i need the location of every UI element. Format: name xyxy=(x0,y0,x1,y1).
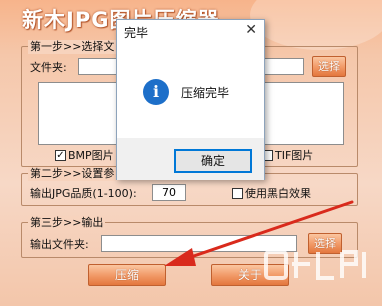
step2-legend: 第二步>>设置参 xyxy=(28,167,117,181)
dialog-message: 压缩完毕 xyxy=(181,86,230,100)
tif-label: TIF图片 xyxy=(275,149,314,162)
quality-label: 输出JPG品质(1-100): xyxy=(30,187,137,200)
bmp-checkbox[interactable]: ✓ xyxy=(55,150,66,161)
close-icon[interactable]: ✕ xyxy=(245,22,257,38)
dialog-body: i 压缩完毕 xyxy=(117,45,264,138)
step3-legend: 第三步>>输出 xyxy=(28,216,106,230)
folder-label: 文件夹: xyxy=(30,61,67,74)
output-label: 输出文件夹: xyxy=(30,238,89,251)
bmp-label: BMP图片 xyxy=(68,149,114,162)
bw-label: 使用黑白效果 xyxy=(245,187,311,200)
folder-input[interactable] xyxy=(78,58,118,75)
info-icon: i xyxy=(143,79,169,105)
title-decoration xyxy=(250,0,382,50)
quality-input[interactable]: 70 xyxy=(152,184,186,201)
compress-button[interactable]: 压缩 xyxy=(88,264,166,286)
watermark-logo xyxy=(264,250,366,280)
folder-input-end[interactable] xyxy=(264,58,304,75)
bw-checkbox[interactable] xyxy=(232,188,243,199)
dialog-footer: 确定 xyxy=(117,138,264,180)
step1-legend: 第一步>>选择文 xyxy=(28,40,117,54)
completion-dialog: 完毕 ✕ i 压缩完毕 确定 xyxy=(116,19,265,180)
browse-input-button[interactable]: 选择 xyxy=(312,56,346,77)
ok-button[interactable]: 确定 xyxy=(174,149,252,173)
dialog-title: 完毕 xyxy=(124,26,149,40)
